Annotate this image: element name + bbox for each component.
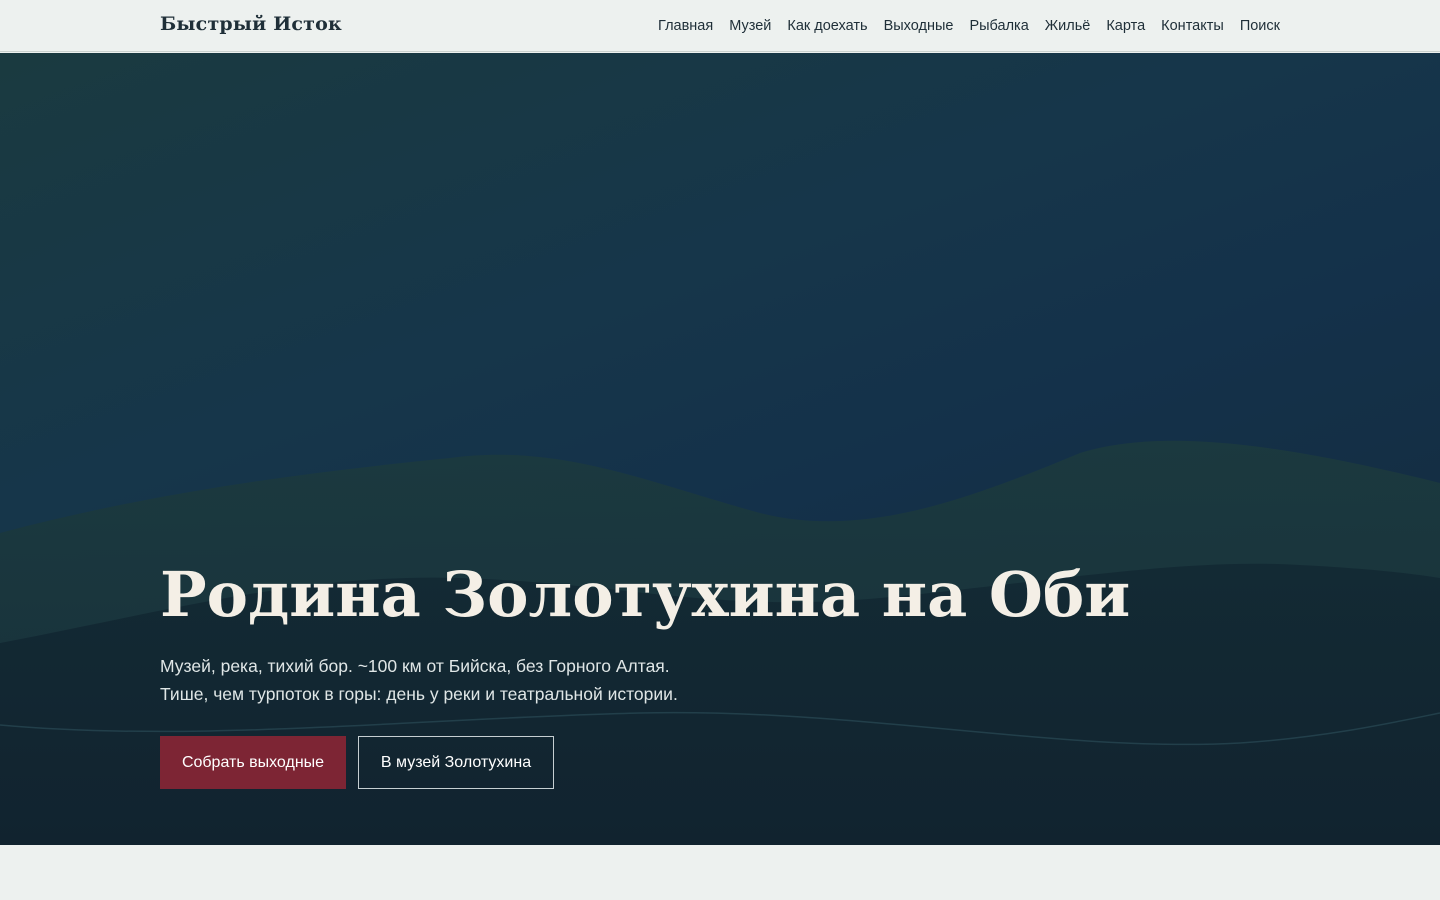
nav-item-lodging[interactable]: Жильё: [1045, 18, 1091, 34]
hero-section: Родина Золотухина на Оби Музей, река, ти…: [0, 53, 1440, 845]
nav-item-home[interactable]: Главная: [658, 18, 713, 34]
nav-item-weekend[interactable]: Выходные: [884, 18, 954, 34]
hero-subtitle: Музей, река, тихий бор. ~100 км от Бийск…: [160, 652, 678, 708]
site-logo-text[interactable]: Быстрый Исток: [160, 13, 342, 35]
hero-title: Родина Золотухина на Оби: [160, 558, 1131, 631]
plan-weekend-button[interactable]: Собрать выходные: [160, 736, 346, 789]
nav-item-fishing[interactable]: Рыбалка: [969, 18, 1028, 34]
nav-item-directions[interactable]: Как доехать: [787, 18, 867, 34]
nav-item-museum[interactable]: Музей: [729, 18, 771, 34]
main-nav: Главная Музей Как доехать Выходные Рыбал…: [658, 0, 1280, 52]
nav-item-search[interactable]: Поиск: [1240, 18, 1280, 34]
museum-button[interactable]: В музей Золотухина: [358, 736, 554, 789]
hero-subtitle-line: Музей, река, тихий бор. ~100 км от Бийск…: [160, 656, 670, 676]
hero-subtitle-line: Тише, чем турпоток в горы: день у реки и…: [160, 684, 678, 704]
hero-landscape-illustration: [0, 440, 1440, 845]
site-header: Быстрый Исток Главная Музей Как доехать …: [0, 0, 1440, 52]
nav-item-contacts[interactable]: Контакты: [1161, 18, 1224, 34]
nav-item-map[interactable]: Карта: [1106, 18, 1145, 34]
